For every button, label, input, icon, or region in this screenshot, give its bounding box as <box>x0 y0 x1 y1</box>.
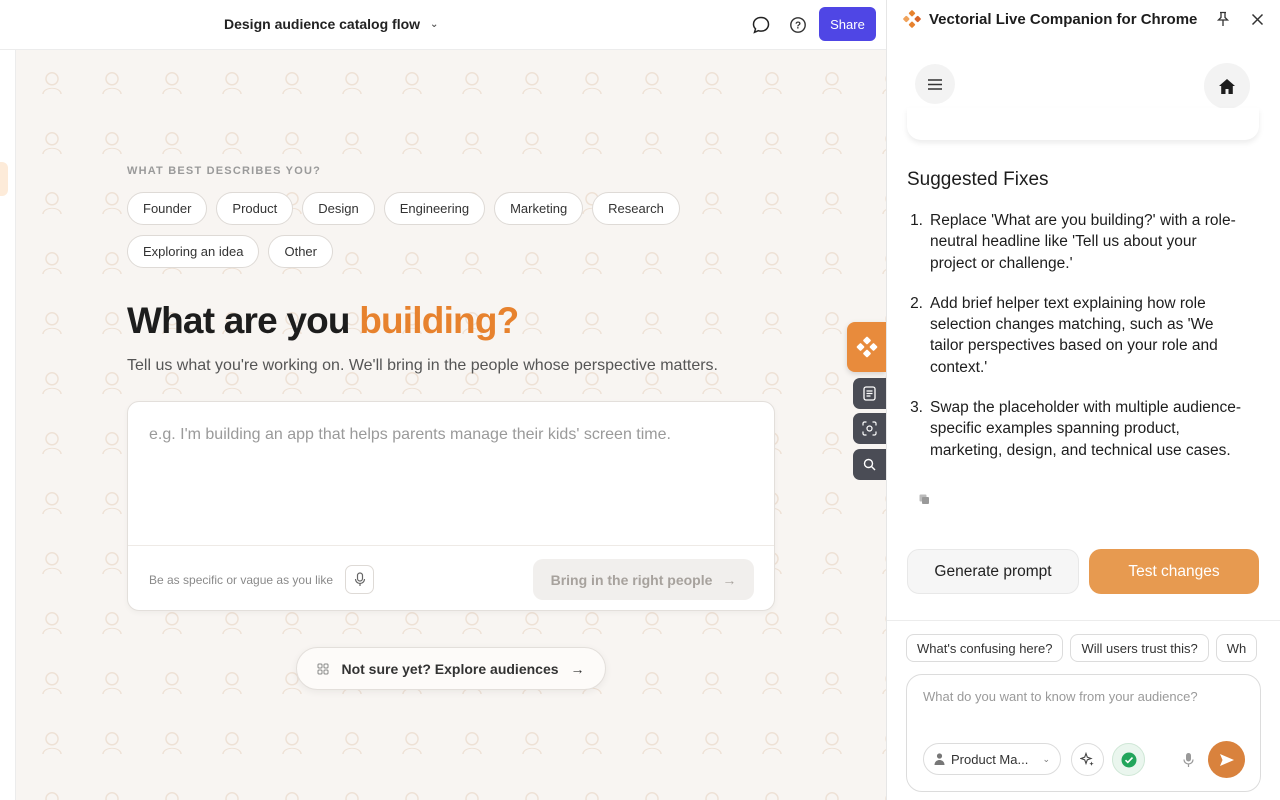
sparkle-icon <box>1080 752 1094 766</box>
top-bar: Design audience catalog flow ⌄ ? Share <box>0 0 886 50</box>
suggested-fixes-title: Suggested Fixes <box>907 169 1049 190</box>
home-button[interactable] <box>1204 63 1250 109</box>
main-app: Design audience catalog flow ⌄ ? Share W… <box>0 0 886 800</box>
suggestion-chip[interactable]: What's confusing here? <box>906 634 1064 662</box>
microphone-icon <box>1183 752 1194 767</box>
list-item: 2. Add brief helper text explaining how r… <box>907 293 1247 378</box>
companion-launcher-button[interactable] <box>847 322 886 372</box>
bring-people-button[interactable]: Bring in the right people → <box>533 559 754 600</box>
vectorial-logo-icon <box>856 336 877 358</box>
role-chip-marketing[interactable]: Marketing <box>494 192 584 225</box>
input-card-footer: Be as specific or vague as you like Brin… <box>128 545 774 612</box>
person-icon <box>934 753 945 765</box>
search-icon <box>863 458 876 471</box>
list-number: 3. <box>910 399 923 417</box>
close-icon[interactable] <box>1248 10 1266 28</box>
chevron-down-icon: ⌄ <box>430 18 439 30</box>
suggested-fixes-list: 1. Replace 'What are you building?' with … <box>907 210 1247 480</box>
verified-toggle[interactable] <box>1112 743 1145 776</box>
persona-label: Product Ma... <box>951 751 1029 767</box>
page-headline: What are you building? <box>127 300 519 342</box>
microphone-icon <box>354 572 365 586</box>
home-icon <box>1219 78 1235 94</box>
chat-bubble-icon[interactable] <box>749 13 773 37</box>
generate-prompt-button[interactable]: Generate prompt <box>907 549 1079 594</box>
hamburger-menu-icon <box>928 78 942 90</box>
question-input[interactable] <box>923 689 1243 704</box>
list-item: 3. Swap the placeholder with multiple aud… <box>907 397 1247 461</box>
microphone-button[interactable] <box>1172 743 1205 776</box>
role-chip-engineering[interactable]: Engineering <box>383 192 486 225</box>
explore-audiences-label: Not sure yet? Explore audiences <box>341 660 559 677</box>
vectorial-logo-icon <box>903 10 921 28</box>
headline-accent: building? <box>359 300 519 341</box>
persona-dropdown[interactable]: Product Ma... ⌄ <box>923 743 1061 775</box>
test-changes-button[interactable]: Test changes <box>1089 549 1259 594</box>
panel-header: Vectorial Live Companion for Chrome <box>887 0 1280 38</box>
rail-active-indicator <box>0 162 8 196</box>
left-rail <box>0 50 16 800</box>
divider <box>887 620 1280 621</box>
headline-prefix: What are you <box>127 300 351 341</box>
previous-message-card <box>907 108 1259 140</box>
suggestion-chip[interactable]: Will users trust this? <box>1070 634 1209 662</box>
fix-text: Add brief helper text explaining how rol… <box>930 294 1218 376</box>
svg-text:?: ? <box>795 21 801 32</box>
role-chip-design[interactable]: Design <box>302 192 375 225</box>
input-hint: Be as specific or vague as you like <box>149 573 334 587</box>
project-input-card: Be as specific or vague as you like Brin… <box>127 401 775 611</box>
menu-button[interactable] <box>915 64 955 104</box>
pin-icon[interactable] <box>1214 10 1232 28</box>
grid-icon <box>317 663 329 674</box>
role-chip-product[interactable]: Product <box>216 192 294 225</box>
search-tool-button[interactable] <box>853 449 886 480</box>
role-chip-group: Founder Product Design Engineering Marke… <box>127 192 727 268</box>
document-icon <box>863 386 876 401</box>
role-chip-exploring[interactable]: Exploring an idea <box>127 235 260 268</box>
share-button[interactable]: Share <box>819 7 876 41</box>
help-circle-icon[interactable]: ? <box>786 13 810 37</box>
send-icon <box>1219 753 1234 766</box>
bring-people-label: Bring in the right people <box>550 571 713 588</box>
arrow-right-icon: → <box>722 571 737 588</box>
capture-tool-button[interactable] <box>853 413 886 444</box>
panel-title: Vectorial Live Companion for Chrome <box>929 11 1198 28</box>
notes-tool-button[interactable] <box>853 378 886 409</box>
role-chip-founder[interactable]: Founder <box>127 192 208 225</box>
role-chip-research[interactable]: Research <box>592 192 680 225</box>
list-number: 1. <box>910 212 923 229</box>
document-title: Design audience catalog flow <box>224 16 421 32</box>
arrow-right-icon: → <box>570 660 585 677</box>
microphone-button[interactable] <box>345 565 374 594</box>
page-subheading: Tell us what you're working on. We'll br… <box>127 357 718 374</box>
question-composer: Product Ma... ⌄ <box>906 674 1261 792</box>
chevron-down-icon: ⌄ <box>1042 753 1050 764</box>
fix-text: Swap the placeholder with multiple audie… <box>930 399 1242 459</box>
copy-icon[interactable] <box>919 494 930 505</box>
enhance-button[interactable] <box>1071 743 1104 776</box>
document-title-dropdown[interactable]: Design audience catalog flow ⌄ <box>224 16 438 32</box>
list-number: 2. <box>910 294 923 312</box>
fix-text: Replace 'What are you building?' with a … <box>930 212 1236 272</box>
screenshot-icon <box>862 421 877 436</box>
send-button[interactable] <box>1208 741 1245 778</box>
suggestion-chip[interactable]: Wh <box>1215 634 1258 662</box>
role-chip-other[interactable]: Other <box>268 235 333 268</box>
check-circle-icon <box>1121 752 1136 767</box>
role-question-label: WHAT BEST DESCRIBES YOU? <box>127 165 322 177</box>
explore-audiences-button[interactable]: Not sure yet? Explore audiences → <box>296 647 606 690</box>
list-item: 1. Replace 'What are you building?' with … <box>907 210 1247 274</box>
companion-panel: Vectorial Live Companion for Chrome Sugg… <box>886 0 1280 800</box>
suggestion-chip-row: What's confusing here? Will users trust … <box>906 634 1262 662</box>
project-description-input[interactable] <box>128 402 774 545</box>
